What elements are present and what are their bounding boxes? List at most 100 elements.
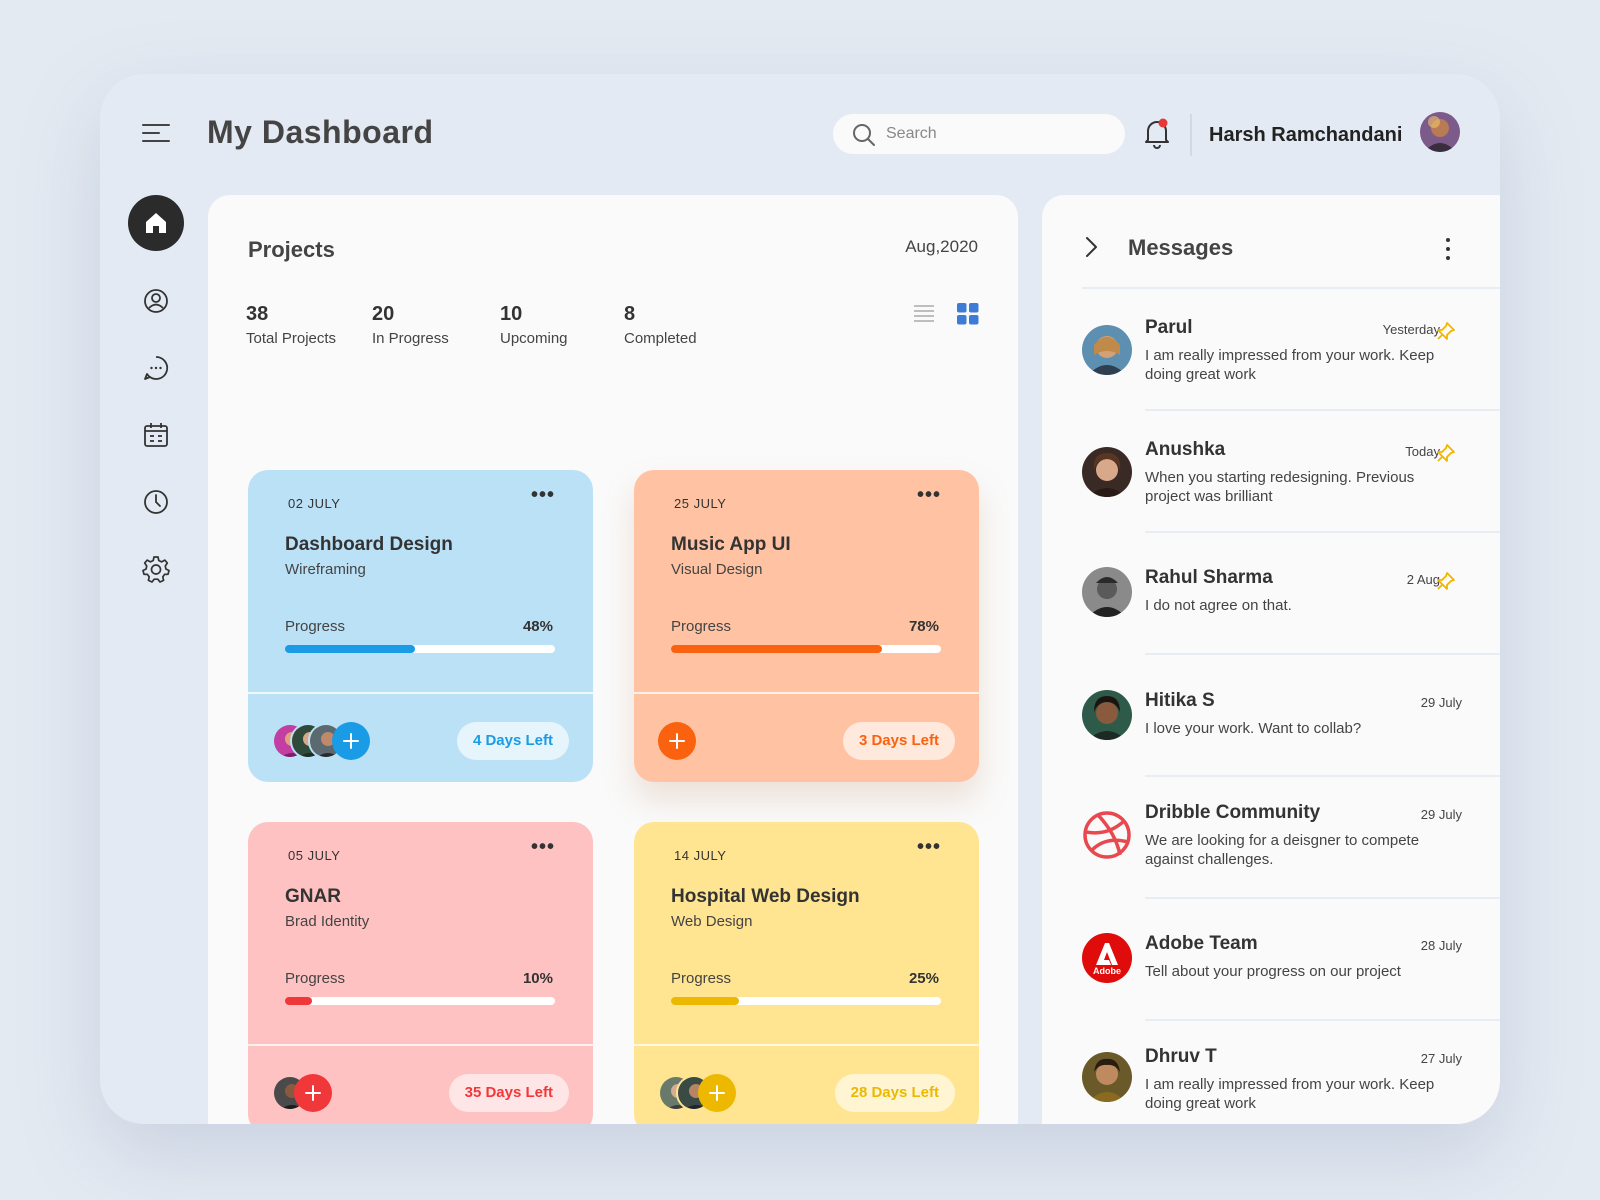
progress-percent: 48% [522,618,553,635]
card-title: GNAR [285,886,341,907]
grid-view-icon[interactable] [956,302,980,326]
stat-total: 38 Total Projects [246,303,337,347]
user-name: Harsh Ramchandani [1209,124,1403,146]
more-icon[interactable]: ••• [531,836,555,859]
message-item[interactable]: Rahul Sharma 2 Aug I do not agree on tha… [1082,567,1462,677]
message-item[interactable]: Hitika S 29 July I love your work. Want … [1082,690,1462,800]
message-sender: Parul [1145,317,1193,338]
divider [1082,287,1500,289]
message-text: We are looking for a deisgner to compete… [1145,832,1420,868]
message-text: I am really impressed from your work. Ke… [1145,1076,1435,1112]
chat-icon [144,356,169,380]
days-left-badge: 35 Days Left [448,1074,569,1112]
plus-icon [709,1085,725,1101]
more-icon[interactable]: ••• [917,836,941,859]
message-item[interactable]: Adobe Adobe Team 28 July Tell about your… [1082,933,1462,1043]
days-left-badge: 3 Days Left [842,722,955,760]
progress-fill [671,997,739,1005]
stat-completed: 8 Completed [624,303,697,347]
project-card-dashboard-design[interactable]: 02 JULY ••• Dashboard Design Wireframing… [248,470,593,782]
message-sender: Dhruv T [1145,1046,1217,1067]
nav-profile[interactable] [128,273,184,329]
add-member-button[interactable] [658,722,696,760]
more-icon[interactable]: ••• [917,484,941,507]
days-left-badge: 4 Days Left [456,722,569,760]
progress-track [671,997,941,1005]
more-icon[interactable]: ••• [531,484,555,507]
card-subtitle: Web Design [671,913,753,930]
message-time: 2 Aug [1406,572,1440,587]
message-time: 29 July [1420,695,1462,710]
user-avatar[interactable] [1420,112,1460,152]
stat-upcoming: 10 Upcoming [500,303,568,347]
settings-icon [142,556,170,583]
progress-label: Progress [671,618,732,635]
card-title: Music App UI [671,534,791,555]
message-text: Tell about your progress on our project [1145,963,1401,980]
project-card-hospital-web-design[interactable]: 14 JULY ••• Hospital Web Design Web Desi… [634,822,979,1124]
message-time: 29 July [1420,807,1462,822]
message-avatar [1082,447,1132,497]
card-date: 25 JULY [674,496,727,511]
card-divider [634,1044,979,1046]
message-time: 27 July [1420,1051,1462,1066]
days-left-badge: 28 Days Left [834,1074,955,1112]
nav-calendar[interactable] [128,407,184,463]
divider [1145,653,1500,655]
menu-icon[interactable] [140,122,172,146]
message-sender: Rahul Sharma [1145,567,1273,588]
plus-icon [669,733,685,749]
message-avatar [1082,567,1132,617]
add-member-button[interactable] [332,722,370,760]
messages-panel: Messages Parul Yesterday I am really imp… [1042,195,1500,1124]
projects-date[interactable]: Aug,2020 [905,237,978,257]
project-card-music-app-ui[interactable]: 25 JULY ••• Music App UI Visual Design P… [634,470,979,782]
nav-clock[interactable] [128,474,184,530]
list-view-icon[interactable] [912,302,936,326]
pin-icon[interactable] [1436,571,1456,596]
message-time: Yesterday [1382,322,1440,337]
add-member-button[interactable] [294,1074,332,1112]
project-card-gnar[interactable]: 05 JULY ••• GNAR Brad Identity Progress … [248,822,593,1124]
progress-fill [671,645,882,653]
search-input[interactable] [886,114,1106,154]
nav-settings[interactable] [128,541,184,597]
progress-label: Progress [285,618,346,635]
card-date: 05 JULY [288,848,341,863]
adobe-logo-text: Adobe [1093,966,1121,976]
page-title: My Dashboard [207,114,434,150]
add-member-button[interactable] [698,1074,736,1112]
progress-track [285,997,555,1005]
chevron-right-icon[interactable] [1082,235,1100,264]
progress-track [285,645,555,653]
card-subtitle: Brad Identity [285,913,370,930]
divider [1145,775,1500,777]
message-avatar [1082,1052,1132,1102]
divider [1145,1019,1500,1021]
plus-icon [343,733,359,749]
home-icon [146,213,166,233]
divider [1145,409,1500,411]
message-avatar [1082,325,1132,375]
message-text: I am really impressed from your work. Ke… [1145,347,1435,383]
vertical-more-icon[interactable] [1442,235,1454,263]
message-item[interactable]: Dribble Community 29 July We are looking… [1082,802,1462,912]
calendar-icon [144,423,168,447]
pin-icon[interactable] [1436,321,1456,346]
pin-icon[interactable] [1436,443,1456,468]
header-divider [1190,114,1192,156]
search-bar[interactable] [833,114,1125,154]
nav-chat[interactable] [128,340,184,396]
message-text: I love your work. Want to collab? [1145,720,1362,737]
message-item[interactable]: Dhruv T 27 July I am really impressed fr… [1082,1046,1462,1124]
progress-label: Progress [671,970,732,987]
card-divider [248,1044,593,1046]
bell-icon[interactable] [1142,116,1172,150]
card-subtitle: Wireframing [285,561,366,578]
divider [1145,897,1500,899]
card-subtitle: Visual Design [671,561,763,578]
plus-icon [305,1085,321,1101]
message-time: 28 July [1420,938,1462,953]
progress-fill [285,645,415,653]
nav-home[interactable] [128,195,184,251]
